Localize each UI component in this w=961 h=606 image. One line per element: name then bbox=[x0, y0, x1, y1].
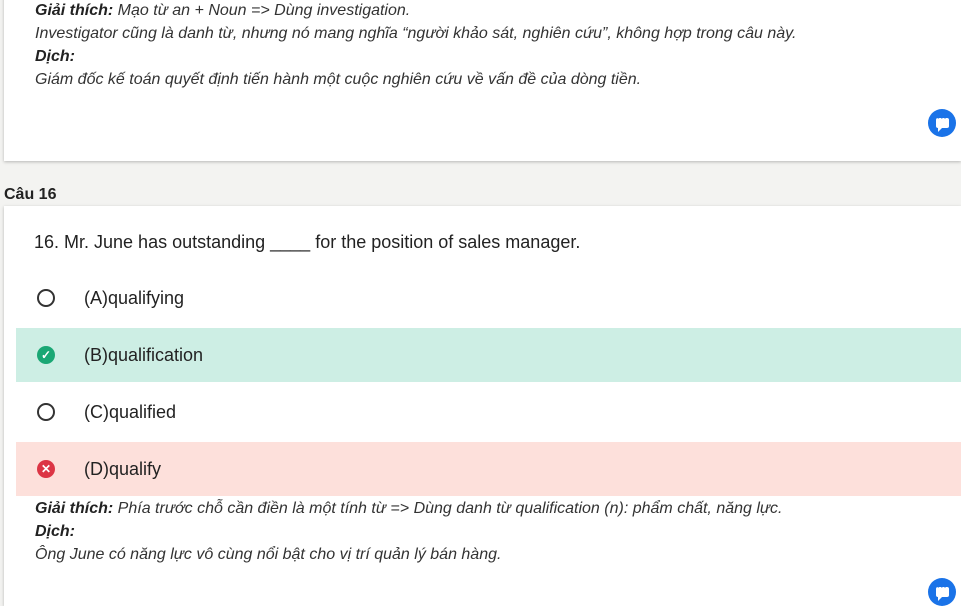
explanation: Giải thích: Phía trước chỗ cần điền là m… bbox=[35, 497, 783, 566]
explain-line: Investigator cũng là danh từ, nhưng nó m… bbox=[35, 25, 797, 42]
option-b-correct[interactable]: ✓ (B)qualification bbox=[16, 328, 961, 382]
option-a[interactable]: (A)qualifying bbox=[16, 271, 961, 325]
translate-text: Ông June có năng lực vô cùng nổi bật cho… bbox=[35, 546, 502, 563]
previous-question-card: Giải thích: Mạo từ an + Noun => Dùng inv… bbox=[4, 0, 961, 161]
option-label: (B)qualification bbox=[84, 344, 204, 365]
option-c[interactable]: (C)qualified bbox=[16, 385, 961, 439]
translate-label: Dịch: bbox=[35, 523, 75, 540]
option-label: (D)qualify bbox=[84, 458, 162, 479]
question-number-label: Câu 16 bbox=[4, 186, 57, 203]
x-circle-icon: ✕ bbox=[37, 460, 55, 478]
explain-text: Mạo từ an + Noun => Dùng investigation. bbox=[113, 2, 411, 19]
radio-unchecked-icon[interactable] bbox=[37, 289, 55, 307]
question-card: 16. Mr. June has outstanding ____ for th… bbox=[4, 206, 961, 606]
explain-label: Giải thích: bbox=[35, 500, 114, 517]
translate-label: Dịch: bbox=[35, 48, 75, 65]
option-label: (C)qualified bbox=[84, 401, 177, 422]
comment-button[interactable] bbox=[928, 109, 956, 137]
option-label: (A)qualifying bbox=[84, 287, 185, 308]
chat-icon bbox=[935, 113, 949, 132]
radio-unchecked-icon[interactable] bbox=[37, 403, 55, 421]
previous-explanation: Giải thích: Mạo từ an + Noun => Dùng inv… bbox=[35, 0, 796, 91]
chat-icon bbox=[935, 582, 949, 601]
explain-label: Giải thích: bbox=[35, 2, 114, 19]
explain-text: Phía trước chỗ cần điền là một tính từ =… bbox=[113, 500, 783, 517]
translate-text: Giám đốc kế toán quyết định tiến hành mộ… bbox=[35, 71, 642, 88]
check-circle-icon: ✓ bbox=[37, 346, 55, 364]
comment-button[interactable] bbox=[928, 578, 956, 606]
option-d-wrong[interactable]: ✕ (D)qualify bbox=[16, 442, 961, 496]
question-text: 16. Mr. June has outstanding ____ for th… bbox=[34, 232, 581, 252]
